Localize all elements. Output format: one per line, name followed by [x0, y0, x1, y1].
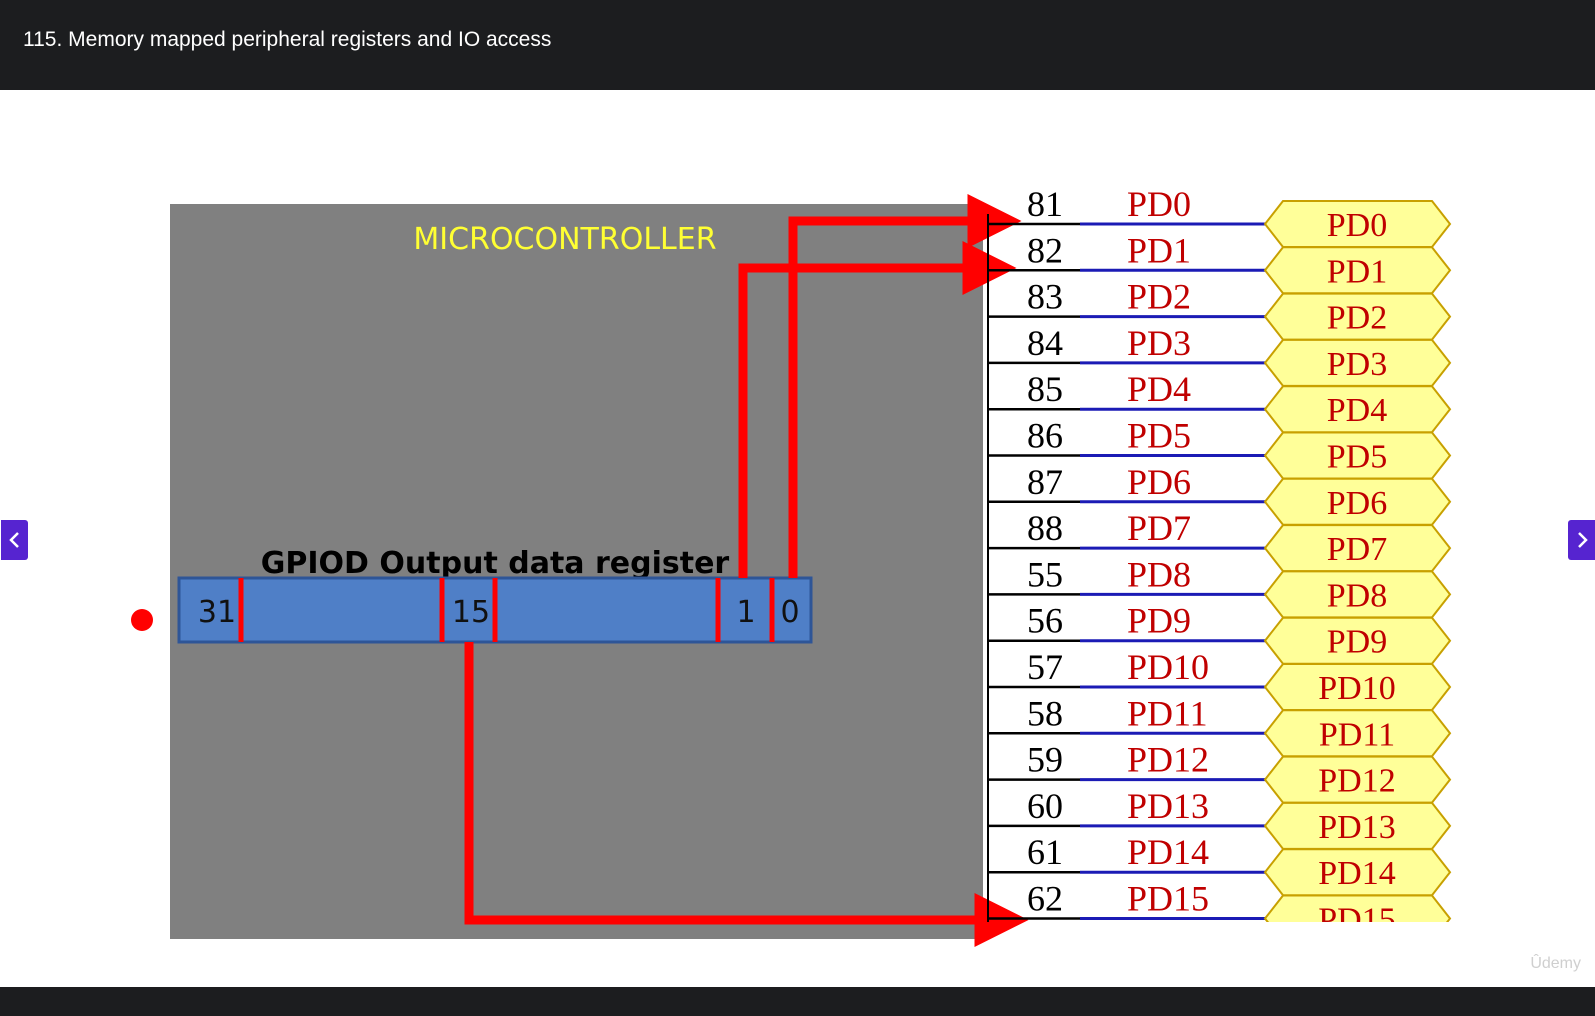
pointer-dot [131, 609, 153, 631]
pin-number: 87 [1027, 462, 1063, 502]
net-label-text: PD11 [1319, 716, 1395, 753]
net-label-text: PD3 [1327, 346, 1387, 383]
net-label-text: PD4 [1327, 392, 1387, 429]
pin-number: 56 [1027, 601, 1063, 641]
udemy-watermark: Ûdemy [1530, 955, 1581, 972]
pin-name: PD8 [1127, 554, 1191, 594]
net-label-text: PD0 [1327, 207, 1387, 244]
pin-number: 81 [1027, 184, 1063, 224]
pin-name: PD6 [1127, 462, 1191, 502]
pin-number: 59 [1027, 740, 1063, 780]
pin-number: 85 [1027, 369, 1063, 409]
net-label-text: PD2 [1327, 300, 1387, 337]
pin-name: PD3 [1127, 323, 1191, 363]
next-lecture-button[interactable] [1568, 520, 1595, 560]
slide-diagram: MICROCONTROLLER GPIOD Output data regist… [131, 184, 1470, 962]
previous-lecture-button[interactable] [1, 520, 28, 560]
pin-name: PD11 [1127, 693, 1208, 733]
pin-name: PD4 [1127, 369, 1191, 409]
pin-number: 61 [1027, 832, 1063, 872]
tag-clip-mask [1250, 922, 1470, 962]
net-label-text: PD5 [1327, 439, 1387, 476]
net-label-text: PD12 [1318, 763, 1395, 800]
net-label-text: PD1 [1327, 253, 1387, 290]
net-label-text: PD7 [1327, 531, 1387, 568]
net-label-text: PD14 [1318, 855, 1395, 892]
pin-number: 55 [1027, 554, 1063, 594]
pin-name: PD14 [1127, 832, 1209, 872]
chevron-left-icon [8, 532, 19, 548]
bit-label-15: 15 [452, 595, 490, 630]
pin-name: PD7 [1127, 508, 1191, 548]
pin-name: PD9 [1127, 601, 1191, 641]
bit-label-0: 0 [780, 595, 799, 630]
pin-number: 83 [1027, 277, 1063, 317]
bit-label-31: 31 [198, 595, 236, 630]
net-label-text: PD10 [1318, 670, 1395, 707]
net-label-text: PD6 [1327, 485, 1387, 522]
pin-number: 57 [1027, 647, 1063, 687]
pin-number: 88 [1027, 508, 1063, 548]
pin-name: PD12 [1127, 740, 1209, 780]
pin-name: PD13 [1127, 786, 1209, 826]
pin-name: PD5 [1127, 416, 1191, 456]
pin-name: PD10 [1127, 647, 1209, 687]
net-label-text: PD8 [1327, 577, 1387, 614]
net-label-text: PD9 [1327, 624, 1387, 661]
pin-number: 62 [1027, 879, 1063, 919]
pin-name: PD1 [1127, 230, 1191, 270]
net-label-text: PD13 [1318, 809, 1395, 846]
pin-name: PD2 [1127, 277, 1191, 317]
chevron-right-icon [1577, 532, 1588, 548]
pin-number: 60 [1027, 786, 1063, 826]
pin-number: 86 [1027, 416, 1063, 456]
bit-label-1: 1 [736, 595, 755, 630]
register-label: GPIOD Output data register [261, 546, 730, 581]
pin-name: PD0 [1127, 184, 1191, 224]
pin-number: 82 [1027, 230, 1063, 270]
pin-number: 84 [1027, 323, 1063, 363]
player-bottom-bar [0, 987, 1595, 1016]
pin-number: 58 [1027, 693, 1063, 733]
microcontroller-label: MICROCONTROLLER [413, 222, 716, 257]
pin-list: 81 PD0 82 PD1 83 PD2 84 PD3 85 PD4 86 PD5 87 PD6 88 PD7… [987, 184, 1470, 962]
pin-name: PD15 [1127, 879, 1209, 919]
